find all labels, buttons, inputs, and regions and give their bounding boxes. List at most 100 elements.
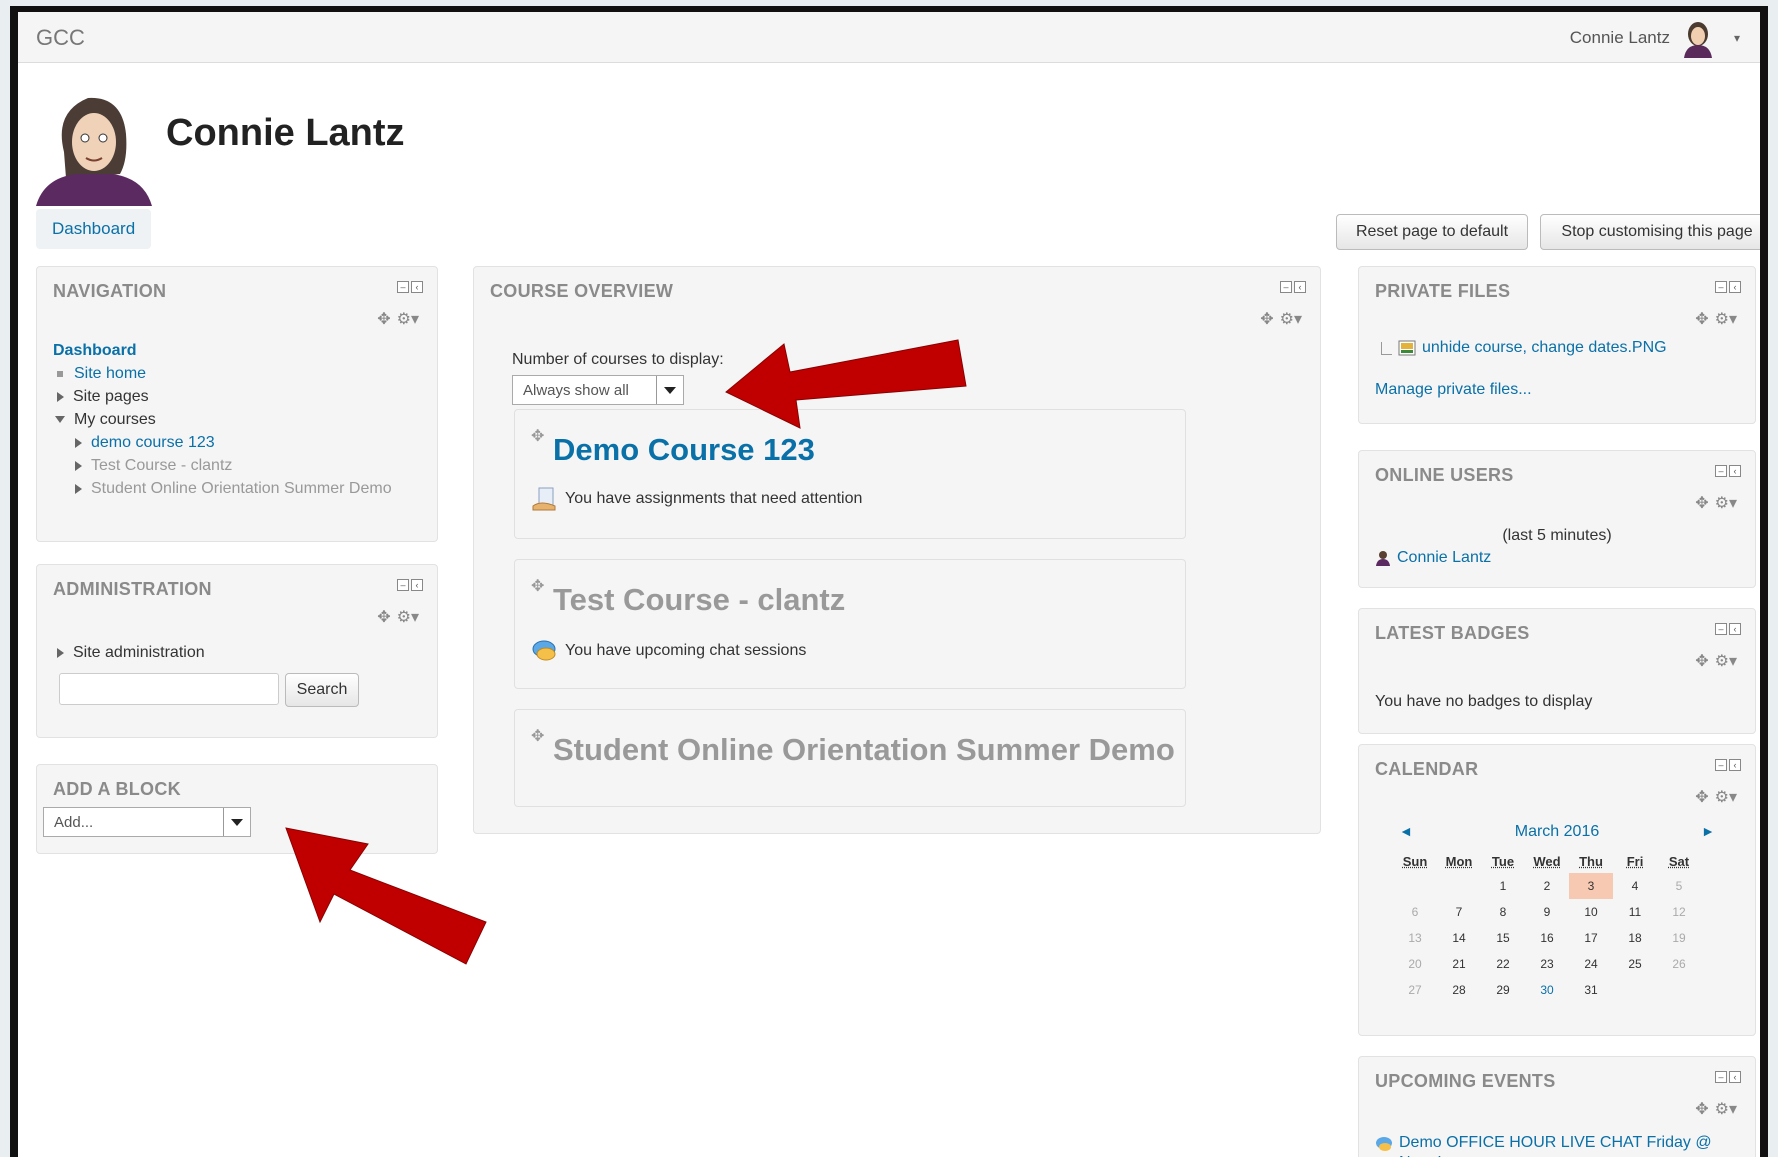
- dock-icon[interactable]: ‹: [1729, 465, 1741, 477]
- move-icon[interactable]: ✥: [531, 726, 544, 746]
- user-avatar-icon[interactable]: [1678, 18, 1718, 58]
- minimize-icon[interactable]: –: [1715, 281, 1727, 293]
- minimize-icon[interactable]: –: [397, 579, 409, 591]
- calendar-day-cell[interactable]: 16: [1525, 925, 1569, 951]
- collapse-icon[interactable]: [55, 416, 65, 423]
- nav-course-item[interactable]: Student Online Orientation Summer Demo: [53, 477, 392, 500]
- move-icon[interactable]: ✥: [1695, 787, 1708, 807]
- upcoming-event-link[interactable]: Demo OFFICE HOUR LIVE CHAT Friday @ Noon…: [1399, 1133, 1735, 1157]
- calendar-day-cell[interactable]: 18: [1613, 925, 1657, 951]
- calendar-day-cell[interactable]: 15: [1481, 925, 1525, 951]
- calendar-day-cell[interactable]: 11: [1613, 899, 1657, 925]
- nav-my-courses-label[interactable]: My courses: [74, 411, 156, 429]
- calendar-month-title[interactable]: March 2016: [1359, 823, 1755, 841]
- nav-dashboard-label[interactable]: Dashboard: [53, 342, 137, 360]
- calendar-day-cell[interactable]: 2: [1525, 873, 1569, 899]
- move-icon[interactable]: ✥: [1695, 309, 1708, 329]
- private-file-link[interactable]: unhide course, change dates.PNG: [1422, 339, 1667, 357]
- calendar-day-cell[interactable]: 27: [1393, 977, 1437, 1003]
- minimize-icon[interactable]: –: [397, 281, 409, 293]
- move-icon[interactable]: ✥: [1695, 1099, 1708, 1119]
- site-administration-label[interactable]: Site administration: [73, 644, 205, 662]
- calendar-day-cell[interactable]: 31: [1569, 977, 1613, 1003]
- calendar-day-cell[interactable]: 21: [1437, 951, 1481, 977]
- user-menu[interactable]: Connie Lantz ▾: [1570, 18, 1740, 58]
- calendar-day-cell[interactable]: 7: [1437, 899, 1481, 925]
- nav-course-label[interactable]: Student Online Orientation Summer Demo: [91, 480, 392, 498]
- admin-search-input[interactable]: [59, 673, 279, 705]
- expand-icon[interactable]: [75, 483, 82, 494]
- calendar-day-cell[interactable]: 10: [1569, 899, 1613, 925]
- dock-icon[interactable]: ‹: [1729, 1071, 1741, 1083]
- tab-dashboard[interactable]: Dashboard: [36, 209, 152, 249]
- calendar-day-cell[interactable]: 17: [1569, 925, 1613, 951]
- calendar-day-cell[interactable]: 28: [1437, 977, 1481, 1003]
- site-brand[interactable]: GCC: [36, 25, 85, 51]
- search-button[interactable]: Search: [285, 673, 359, 707]
- calendar-day-cell[interactable]: 24: [1569, 951, 1613, 977]
- move-icon[interactable]: ✥: [1695, 651, 1708, 671]
- calendar-day-cell[interactable]: 20: [1393, 951, 1437, 977]
- move-icon[interactable]: ✥: [1260, 309, 1273, 329]
- gear-icon[interactable]: ⚙▾: [397, 309, 419, 329]
- gear-icon[interactable]: ⚙▾: [1715, 1099, 1737, 1119]
- minimize-icon[interactable]: –: [1715, 623, 1727, 635]
- nav-course-item[interactable]: demo course 123: [53, 431, 392, 454]
- dock-icon[interactable]: ‹: [411, 579, 423, 591]
- minimize-icon[interactable]: –: [1280, 281, 1292, 293]
- calendar-day-cell[interactable]: 1: [1481, 873, 1525, 899]
- calendar-day-cell[interactable]: 22: [1481, 951, 1525, 977]
- add-block-select[interactable]: Add...: [43, 807, 251, 837]
- nav-course-item[interactable]: Test Course - clantz: [53, 454, 392, 477]
- course-title-link[interactable]: Student Online Orientation Summer Demo: [553, 732, 1175, 768]
- calendar-day-cell[interactable]: 25: [1613, 951, 1657, 977]
- user-menu-name[interactable]: Connie Lantz: [1570, 28, 1670, 48]
- expand-icon[interactable]: [57, 647, 64, 658]
- nav-course-label[interactable]: Test Course - clantz: [91, 457, 232, 475]
- calendar-day-cell[interactable]: 14: [1437, 925, 1481, 951]
- expand-icon[interactable]: [75, 437, 82, 448]
- calendar-day-cell[interactable]: 29: [1481, 977, 1525, 1003]
- gear-icon[interactable]: ⚙▾: [1715, 651, 1737, 671]
- calendar-day-cell[interactable]: 19: [1657, 925, 1701, 951]
- nav-site-pages-label[interactable]: Site pages: [73, 388, 149, 406]
- course-title-link[interactable]: Test Course - clantz: [553, 582, 845, 618]
- move-icon[interactable]: ✥: [1695, 493, 1708, 513]
- gear-icon[interactable]: ⚙▾: [1715, 787, 1737, 807]
- nav-dashboard[interactable]: Dashboard: [53, 339, 392, 362]
- nav-site-home[interactable]: Site home: [53, 362, 392, 385]
- private-file-item[interactable]: unhide course, change dates.PNG: [1381, 339, 1667, 357]
- dock-icon[interactable]: ‹: [1729, 281, 1741, 293]
- move-icon[interactable]: ✥: [377, 309, 390, 329]
- chevron-down-icon[interactable]: ▾: [1734, 31, 1740, 45]
- gear-icon[interactable]: ⚙▾: [1715, 493, 1737, 513]
- calendar-day-cell[interactable]: 5: [1657, 873, 1701, 899]
- calendar-day-cell[interactable]: 30: [1525, 977, 1569, 1003]
- online-user-link[interactable]: Connie Lantz: [1397, 549, 1491, 567]
- gear-icon[interactable]: ⚙▾: [1715, 309, 1737, 329]
- calendar-day-cell[interactable]: 26: [1657, 951, 1701, 977]
- dock-icon[interactable]: ‹: [411, 281, 423, 293]
- calendar-day-cell[interactable]: 8: [1481, 899, 1525, 925]
- minimize-icon[interactable]: –: [1715, 759, 1727, 771]
- calendar-day-cell[interactable]: 4: [1613, 873, 1657, 899]
- dock-icon[interactable]: ‹: [1729, 759, 1741, 771]
- calendar-day-cell[interactable]: 13: [1393, 925, 1437, 951]
- calendar-day-cell[interactable]: 23: [1525, 951, 1569, 977]
- manage-private-files-link[interactable]: Manage private files...: [1375, 381, 1532, 399]
- expand-icon[interactable]: [57, 391, 64, 402]
- courses-display-select[interactable]: Always show all: [512, 375, 684, 405]
- move-icon[interactable]: ✥: [531, 426, 544, 446]
- gear-icon[interactable]: ⚙▾: [1280, 309, 1302, 329]
- reset-page-button[interactable]: Reset page to default: [1336, 214, 1528, 250]
- calendar-day-cell[interactable]: 9: [1525, 899, 1569, 925]
- nav-course-label[interactable]: demo course 123: [91, 434, 215, 452]
- nav-my-courses[interactable]: My courses: [53, 408, 392, 431]
- minimize-icon[interactable]: –: [1715, 1071, 1727, 1083]
- dock-icon[interactable]: ‹: [1729, 623, 1741, 635]
- calendar-day-cell[interactable]: 6: [1393, 899, 1437, 925]
- nav-site-administration[interactable]: Site administration: [57, 641, 205, 664]
- upcoming-event-item[interactable]: Demo OFFICE HOUR LIVE CHAT Friday @ Noon…: [1375, 1133, 1735, 1157]
- minimize-icon[interactable]: –: [1715, 465, 1727, 477]
- move-icon[interactable]: ✥: [531, 576, 544, 596]
